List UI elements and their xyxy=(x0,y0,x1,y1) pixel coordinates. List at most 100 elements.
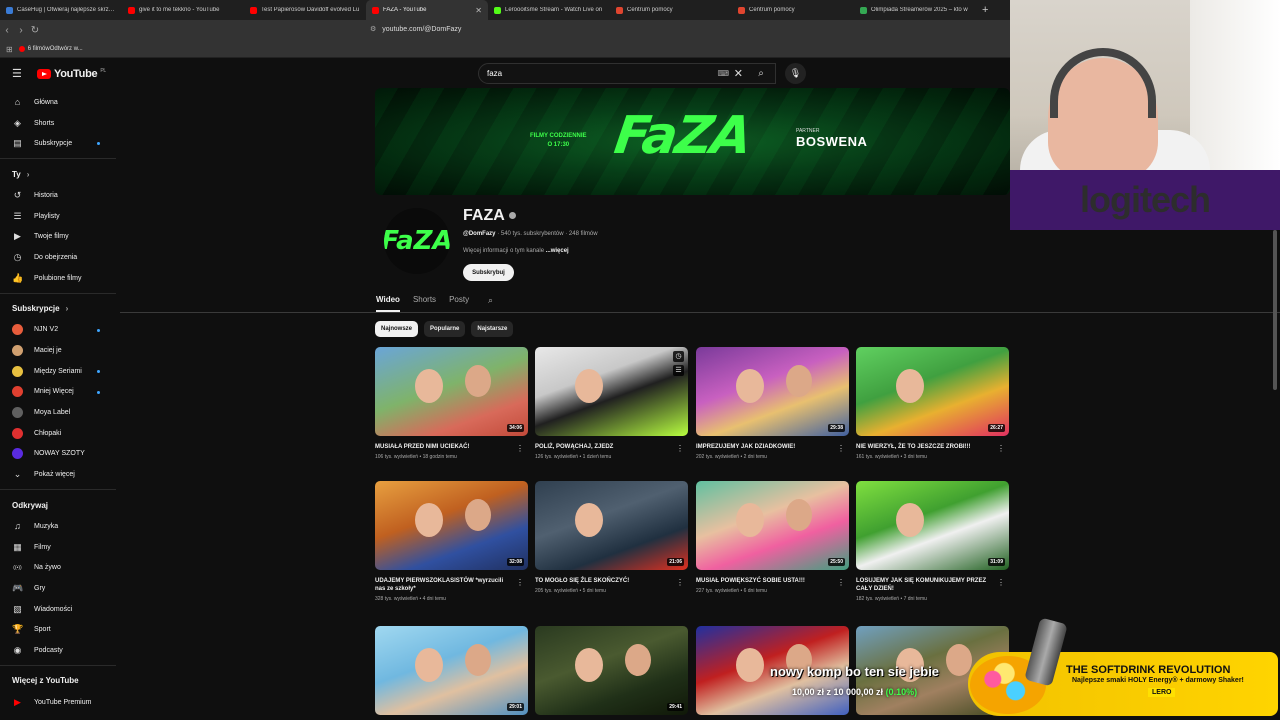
sidebar-item[interactable]: Chłopaki xyxy=(0,423,118,444)
page-scrollbar[interactable] xyxy=(1273,230,1277,390)
more-options-icon[interactable]: ⋮ xyxy=(997,444,1005,453)
video-title[interactable]: POLIŻ, POWĄCHAJ, ZJEDZ xyxy=(535,443,688,451)
video-thumbnail[interactable]: 26:27 xyxy=(856,347,1009,436)
sidebar-item[interactable]: ◷ Do obejrzenia xyxy=(0,247,118,268)
search-input[interactable]: faza ⌨ ✕ xyxy=(478,63,776,84)
browser-tab[interactable]: Centrum pomocy xyxy=(610,0,732,20)
site-info-icon[interactable]: ⚙ xyxy=(370,25,376,33)
sidebar-item[interactable]: 🏆 Sport xyxy=(0,619,118,640)
back-icon[interactable]: ‹ xyxy=(0,25,14,36)
reload-icon[interactable]: ↻ xyxy=(28,25,42,36)
add-to-queue-icon[interactable]: ☰ xyxy=(673,365,684,376)
browser-tab[interactable]: give it to me tekkno - YouTube xyxy=(122,0,244,20)
browser-tab[interactable]: Olimpiada Streamerów 2025 – kto w xyxy=(854,0,976,20)
watch-later-icon[interactable]: ◷ xyxy=(673,351,684,362)
bookmark-item[interactable]: 6 filmówOdtwórz w... xyxy=(28,46,83,52)
chip-popularne[interactable]: Popularne xyxy=(424,321,466,337)
more-options-icon[interactable]: ⋮ xyxy=(997,578,1005,587)
channel-avatar[interactable]: FaZA xyxy=(384,208,450,274)
chip-najnowsze[interactable]: Najnowsze xyxy=(375,321,419,337)
browser-tab[interactable]: Leroooitsme Stream - Watch Live on xyxy=(488,0,610,20)
video-thumbnail[interactable]: 34:06 xyxy=(375,347,528,436)
sidebar-item[interactable]: ▶ YouTube Premium xyxy=(0,692,118,713)
sidebar-item[interactable]: ((•)) Na żywo xyxy=(0,557,118,578)
tab-posty[interactable]: Posty xyxy=(449,295,469,304)
video-title[interactable]: IMPREZUJEMY JAK DZIADKOWIE! xyxy=(696,443,849,451)
sidebar-item[interactable]: ▤ Subskrypcje xyxy=(0,133,118,154)
video-thumbnail[interactable]: 29:01 xyxy=(375,626,528,715)
more-options-icon[interactable]: ⋮ xyxy=(676,578,684,587)
youtube-logo[interactable]: YouTube PL xyxy=(37,68,106,80)
forward-icon[interactable]: › xyxy=(14,25,28,36)
sidebar-item[interactable]: Maciej je xyxy=(0,340,118,361)
browser-tab[interactable]: Test Papierosów Davidoff evolved Lu xyxy=(244,0,366,20)
sidebar-item[interactable]: ◉ Podcasty xyxy=(0,640,118,661)
video-thumbnail[interactable]: 21:06 xyxy=(535,481,688,570)
video-title[interactable]: LOSUJEMY JAK SIĘ KOMUNIKUJEMY PRZEZ CAŁY… xyxy=(856,577,1009,593)
sidebar-item[interactable]: Między Seriami xyxy=(0,361,118,382)
video-thumbnail[interactable]: 29:41 xyxy=(535,626,688,715)
sidebar-item[interactable]: ▦ Filmy xyxy=(0,537,118,558)
sidebar-item[interactable]: ☰ Playlisty xyxy=(0,206,118,227)
video-thumbnail[interactable]: ◷ ☰ xyxy=(535,347,688,436)
video-card[interactable]: 25:50 MUSIAŁ POWIĘKSZYĆ SOBIE USTA!!! 227 … xyxy=(696,481,849,594)
sidebar-item[interactable]: 🎮 Gry xyxy=(0,578,118,599)
more-options-icon[interactable]: ⋮ xyxy=(516,578,524,587)
video-title[interactable]: NIE WIERZYŁ, ŻE TO JESZCZE ZROBI!!! xyxy=(856,443,1009,451)
sidebar-item[interactable]: Mniej Więcej xyxy=(0,382,118,403)
subscribe-button[interactable]: Subskrybuj xyxy=(463,264,514,281)
sidebar-item[interactable]: ▧ Wiadomości xyxy=(0,599,118,620)
video-card[interactable]: 29:01 xyxy=(375,626,528,715)
video-card[interactable]: 32:08 UDAJEMY PIERWSZOKLASISTÓW *wyrzucil… xyxy=(375,481,528,602)
channel-search-icon[interactable]: ⌕ xyxy=(488,295,493,306)
menu-icon[interactable]: ☰ xyxy=(12,67,22,80)
more-link[interactable]: ...więcej xyxy=(544,248,569,254)
video-title[interactable]: MUSIAŁA PRZED NIMI UCIEKAĆ! xyxy=(375,443,528,451)
voice-search-button[interactable]: 🎙 xyxy=(785,63,806,84)
sidebar-item[interactable]: ↺ Historia xyxy=(0,185,118,206)
show-more-button[interactable]: ⌄ Pokaż więcej xyxy=(0,464,118,485)
new-tab-icon[interactable]: + xyxy=(982,4,988,16)
video-card[interactable]: 26:27 NIE WIERZYŁ, ŻE TO JESZCZE ZROBI!!!… xyxy=(856,347,1009,460)
sidebar-item[interactable]: 👍 Polubione filmy xyxy=(0,268,118,289)
video-card[interactable]: 21:06 TO MOGŁO SIĘ ŹLE SKOŃCZYĆ! 205 tys. … xyxy=(535,481,688,594)
apps-icon[interactable]: ⊞ xyxy=(6,45,13,54)
video-thumbnail[interactable]: 25:50 xyxy=(696,481,849,570)
sidebar-item[interactable]: ◈ Shorts xyxy=(0,113,118,134)
sidebar-item[interactable]: NOWAY SZOTY xyxy=(0,444,118,465)
video-card[interactable]: 34:06 MUSIAŁA PRZED NIMI UCIEKAĆ! 106 tys.… xyxy=(375,347,528,460)
video-title[interactable]: MUSIAŁ POWIĘKSZYĆ SOBIE USTA!!! xyxy=(696,577,849,585)
video-thumbnail[interactable]: 32:08 xyxy=(375,481,528,570)
sidebar-section-heading[interactable]: Subskrypcje › xyxy=(0,298,118,320)
sidebar-section-heading[interactable]: Ty › xyxy=(0,163,118,185)
video-card[interactable]: 29:41 xyxy=(535,626,688,715)
more-options-icon[interactable]: ⋮ xyxy=(516,444,524,453)
video-title[interactable]: UDAJEMY PIERWSZOKLASISTÓW *wyrzucili nas… xyxy=(375,577,528,593)
address-bar[interactable]: ⚙ youtube.com/@DomFazy xyxy=(370,25,461,34)
browser-tab[interactable]: CaseHug | Otwieraj najlepsze skrzynki xyxy=(0,0,122,20)
sidebar-item[interactable]: ▶ Twoje filmy xyxy=(0,226,118,247)
close-tab-icon[interactable]: ✕ xyxy=(475,6,482,15)
tab-shorts[interactable]: Shorts xyxy=(413,295,436,304)
search-button[interactable]: ⌕ xyxy=(744,63,778,84)
more-options-icon[interactable]: ⋮ xyxy=(676,444,684,453)
sidebar-item[interactable]: ♫ Muzyka xyxy=(0,516,118,537)
video-thumbnail[interactable]: 31:09 xyxy=(856,481,1009,570)
video-title[interactable]: TO MOGŁO SIĘ ŹLE SKOŃCZYĆ! xyxy=(535,577,688,585)
clear-search-icon[interactable]: ✕ xyxy=(734,67,743,80)
video-card[interactable]: 29:38 IMPREZUJEMY JAK DZIADKOWIE! 202 tys.… xyxy=(696,347,849,460)
browser-tab[interactable]: Centrum pomocy xyxy=(732,0,854,20)
chip-najstarsze[interactable]: Najstarsze xyxy=(471,321,514,337)
keyboard-icon[interactable]: ⌨ xyxy=(717,69,729,78)
more-options-icon[interactable]: ⋮ xyxy=(837,444,845,453)
video-thumbnail[interactable]: 29:38 xyxy=(696,347,849,436)
sidebar-item[interactable]: ⌂ Główna xyxy=(0,92,118,113)
channel-about[interactable]: Więcej informacji o tym kanale ...więcej xyxy=(463,248,569,254)
more-options-icon[interactable]: ⋮ xyxy=(837,578,845,587)
browser-tab[interactable]: FAZA - YouTube ✕ xyxy=(366,0,488,20)
sidebar-item[interactable]: Moya Label xyxy=(0,402,118,423)
sidebar-item[interactable]: NJN V2 xyxy=(0,320,118,341)
video-card[interactable]: ◷ ☰ POLIŻ, POWĄCHAJ, ZJEDZ 126 tys. wyświet… xyxy=(535,347,688,460)
video-card[interactable]: 31:09 LOSUJEMY JAK SIĘ KOMUNIKUJEMY PRZEZ… xyxy=(856,481,1009,602)
tab-wideo[interactable]: Wideo xyxy=(376,295,400,312)
